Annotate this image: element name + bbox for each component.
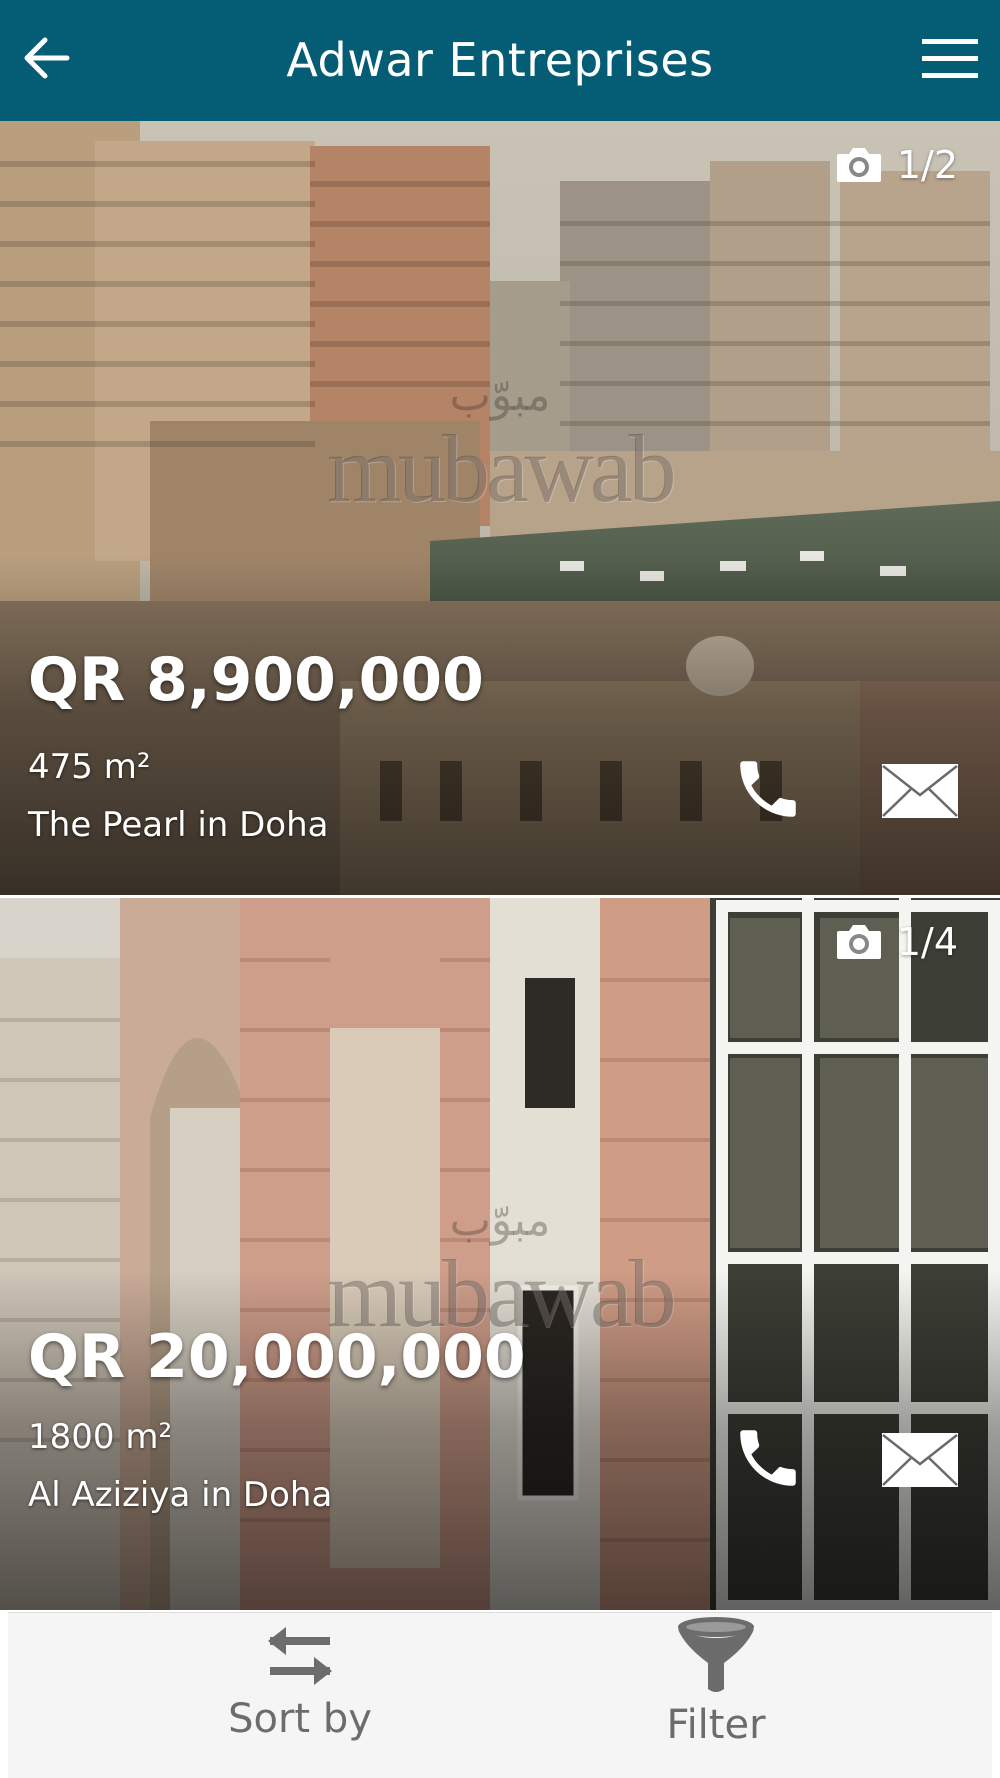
listing-card[interactable]: مبوّب mubawab 1/2 QR 8,900,000 475 m² Th…: [0, 121, 1000, 895]
listing-location: The Pearl in Doha: [28, 805, 329, 845]
listing-price: QR 20,000,000: [28, 1322, 526, 1392]
watermark: مبوّب mubawab: [0, 371, 1000, 517]
email-button[interactable]: [880, 761, 960, 821]
photo-counter: 1/2: [835, 143, 958, 187]
call-button[interactable]: [728, 1418, 808, 1498]
bottom-action-bar: Sort by Filter: [8, 1612, 992, 1778]
app-bar: Adwar Entreprises: [0, 0, 1000, 121]
page-title: Adwar Entreprises: [286, 33, 714, 87]
photo-counter-text: 1/4: [896, 920, 958, 964]
listing-price: QR 8,900,000: [28, 645, 484, 715]
camera-icon: [836, 148, 881, 182]
photo-counter-text: 1/2: [896, 143, 958, 187]
listing-card[interactable]: مبوّب mubawab 1/4 QR 20,000,000 1800 m² …: [0, 898, 1000, 1610]
photo-counter: 1/4: [835, 920, 958, 964]
call-button[interactable]: [728, 749, 808, 829]
watermark-latin: mubawab: [327, 415, 676, 522]
envelope-icon: [882, 764, 958, 818]
listing-area: 1800 m²: [28, 1417, 173, 1457]
envelope-icon: [882, 1433, 958, 1487]
swap-arrows-icon: [268, 1627, 332, 1685]
watermark-arabic: مبوّب: [449, 371, 551, 420]
sort-button[interactable]: Sort by: [150, 1613, 450, 1778]
sort-label: Sort by: [228, 1696, 372, 1742]
funnel-icon: [678, 1617, 754, 1692]
phone-icon: [740, 1430, 796, 1486]
phone-icon: [740, 761, 796, 817]
filter-button[interactable]: Filter: [566, 1613, 866, 1778]
listing-area: 475 m²: [28, 747, 151, 787]
camera-icon: [836, 925, 881, 959]
hamburger-menu-icon: [922, 39, 978, 78]
menu-button[interactable]: [920, 32, 980, 86]
watermark-arabic: مبوّب: [449, 1196, 551, 1245]
filter-label: Filter: [666, 1702, 766, 1748]
listing-location: Al Aziziya in Doha: [28, 1475, 333, 1515]
email-button[interactable]: [880, 1430, 960, 1490]
